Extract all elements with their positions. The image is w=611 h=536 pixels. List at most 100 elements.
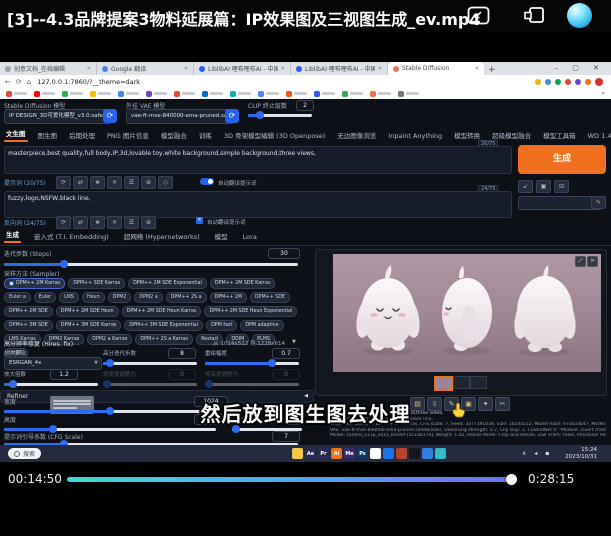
bookmark-item[interactable] [314,91,335,97]
sampler-option[interactable]: DPM++ 2M SDE Heun Exponential [204,306,297,317]
sampler-option[interactable]: DPM++ 2M SDE Karras [210,278,276,289]
prompt-tool-button[interactable]: ⊕ [141,176,156,189]
vae-dropdown[interactable]: vae-ft-mse-840000-ema-pruned.safetensors… [126,109,234,124]
resize-h-slider[interactable] [205,383,299,386]
resize-w-value[interactable]: 0 [168,369,196,380]
sampler-option[interactable]: DPM++ 3M SDE Karras [56,320,122,331]
sampler-option[interactable]: DPM2 a Karras [87,334,132,345]
taskbar-app-icon[interactable]: Ai [331,448,342,459]
browser-tab[interactable]: Google 翻译 ✕ [97,62,194,75]
extension-icon[interactable] [545,79,551,85]
prompt-tool-button[interactable]: ✕ [107,176,122,189]
tab-close-icon[interactable]: ✕ [87,66,91,72]
prompt-tool-button[interactable]: ⟳ [56,176,71,189]
bookmark-item[interactable] [146,91,167,97]
browser-tab[interactable]: LiblibAI·哩布哩布AI - 中国领先的AI创作平台 ✕ [291,62,388,75]
system-tray-icons[interactable]: ∧ ◂ ▪ [522,450,552,457]
clip-skip-slider[interactable] [248,114,312,117]
webui-tab[interactable]: 模型融合 [159,128,189,142]
sampler-option[interactable]: Euler a [4,292,31,303]
sampler-option[interactable]: DPM adaptive [240,320,283,331]
refresh-model-button[interactable]: ⟳ [103,109,117,123]
model-dropdown[interactable]: IP DESIGN_3D可爱化模型_v3.0.safetensors [e7c6… [4,109,112,124]
sampler-option[interactable]: DPM++ 3M SDE Exponential [124,320,203,331]
browser-tab[interactable]: 创意文档_在线编辑 ✕ [0,62,97,75]
extra-tab[interactable]: 生成 [4,227,21,243]
taskbar-app-icon[interactable]: Me [344,448,355,459]
sampler-option[interactable]: DPM++ 2M SDE [4,306,53,317]
taskbar-app-icon[interactable] [383,448,394,459]
bookmark-item[interactable] [398,91,419,97]
tab-close-icon[interactable]: ✕ [475,66,479,72]
upscale-by-slider[interactable] [4,383,98,386]
prompt-textarea[interactable]: masterpiece,best quality,full body,IP,3d… [4,146,512,174]
sampler-option[interactable]: DPM2 [108,292,132,303]
gallery-thumbnail-selected[interactable] [434,376,453,391]
translate-checkbox[interactable]: ✕ [196,217,203,224]
prompt-tool-button[interactable]: ⇄ [73,176,88,189]
taskbar-app-icon[interactable] [292,448,303,459]
bookmark-item[interactable] [286,91,307,97]
sampler-option[interactable]: Euler [34,292,56,303]
bookmark-item[interactable] [34,91,55,97]
resize-h-value[interactable]: 0 [272,369,300,380]
generate-tool-button[interactable]: ↙ [518,180,533,193]
taskbar-clock[interactable]: 15:24 2023/10/31 [565,447,597,461]
webui-tab[interactable]: 后期处理 [67,128,97,142]
player-logo-avatar[interactable] [567,3,592,28]
progress-bar[interactable] [67,477,517,482]
sampler-option[interactable]: LMS [59,292,79,303]
taskbar-app-icon[interactable]: Ps [357,448,368,459]
extension-icon[interactable] [535,79,541,85]
upscale-by-value[interactable]: 1.2 [50,369,78,380]
prompt-tool-button[interactable]: ★ [90,176,105,189]
negative-tool-button[interactable]: ⊕ [141,216,156,229]
extra-tab[interactable]: 嵌入式 (T.I. Embedding) [32,229,111,243]
taskbar-app-icon[interactable]: Ae [305,448,316,459]
translate-toggle[interactable] [200,178,214,185]
browser-tab[interactable]: Stable Diffusion ✕ [388,62,484,75]
extension-icon[interactable] [575,79,581,85]
prompt-tool-button[interactable]: ◇ [158,176,173,189]
negative-tool-button[interactable]: ☰ [124,216,139,229]
expand-image-icon[interactable]: ⤢ [575,256,586,267]
sampler-option[interactable]: Heun [82,292,105,303]
mini-window-icon[interactable] [524,6,545,29]
generate-button[interactable]: 生成 [518,145,606,174]
sampler-option[interactable]: DPM++ 2M SDE Exponential [128,278,207,289]
taskbar-app-icon[interactable] [422,448,433,459]
webui-tab[interactable]: PNG 图片信息 [105,128,151,142]
prompt-tool-button[interactable]: ☰ [124,176,139,189]
clip-skip-value[interactable]: 2 [296,100,314,111]
url-text[interactable]: 127.0.0.1:7860/?__theme=dark [37,78,140,86]
refresh-vae-button[interactable]: ⟳ [225,109,239,123]
extension-icon[interactable] [565,79,571,85]
tab-close-icon[interactable]: ✕ [378,66,382,72]
profile-avatar[interactable] [595,78,603,86]
webui-tab[interactable]: Inpaint Anything [386,130,444,142]
extra-tab[interactable]: 模型 [213,229,230,243]
browser-tab[interactable]: LiblibAI·哩布哩布AI - 中国领先的AI创作平台 ✕ [194,62,291,75]
gallery-thumbnail[interactable] [470,376,487,389]
sampler-option[interactable]: DPM++ 2M SDE Heun Karras [122,306,202,317]
bookmark-item[interactable] [258,91,279,97]
sampler-option[interactable]: DPM++ 2M [210,292,247,303]
extension-icon[interactable] [585,79,591,85]
sampler-option[interactable]: DPM fast [206,320,237,331]
steps-value[interactable]: 30 [268,248,300,259]
generate-tool-button[interactable]: ▣ [536,180,551,193]
new-tab-button[interactable]: + [488,65,496,75]
bookmark-item[interactable] [174,91,195,97]
taskbar-search[interactable]: 搜索 [8,448,41,459]
styles-dropdown[interactable]: ▼ [518,196,602,210]
cfg-value[interactable]: 7 [272,431,300,442]
tab-close-icon[interactable]: ✕ [281,66,285,72]
hires-steps-value[interactable]: 8 [168,348,196,359]
progress-thumb[interactable] [506,474,517,485]
taskbar-app-icon[interactable] [396,448,407,459]
gallery-thumbnail[interactable] [453,376,470,389]
bookmark-item[interactable] [90,91,111,97]
extra-tab[interactable]: Lora [241,231,259,243]
webui-tab[interactable]: 文生图 [4,126,28,142]
taskbar-app-icon[interactable] [435,448,446,459]
